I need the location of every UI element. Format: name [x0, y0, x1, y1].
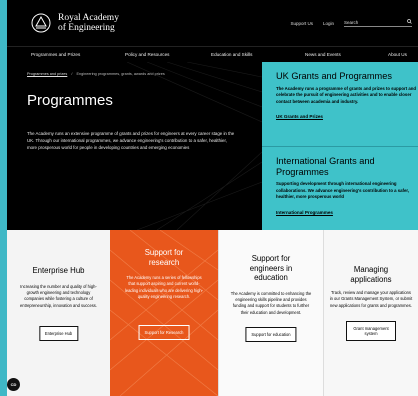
grant-management-system-button[interactable]: Grant management system: [346, 321, 396, 341]
search-input[interactable]: Search: [344, 19, 412, 27]
academy-crest-icon: [30, 12, 52, 34]
breadcrumb-current: Engineering programmes, grants, awards a…: [76, 72, 165, 76]
card-title: Support for engineers in education: [249, 254, 293, 282]
uk-grants-title: UK Grants and Programmes: [276, 71, 392, 81]
nav-item-policy[interactable]: Policy and Resources: [125, 52, 169, 57]
login-link[interactable]: Login: [323, 21, 334, 26]
international-grants-link[interactable]: International Programmes: [276, 210, 333, 215]
page: Royal Academy of Engineering Support Us …: [0, 0, 418, 396]
card-support-for-research: Support for research The Academy runs a …: [110, 230, 218, 396]
breadcrumb: Programmes and prizes / Engineering prog…: [27, 72, 165, 76]
utility-nav: Support Us Login Search: [290, 19, 412, 27]
search-icon[interactable]: [407, 19, 412, 25]
card-support-engineers-education: Support for engineers in education The A…: [218, 230, 324, 396]
breadcrumb-parent[interactable]: Programmes and prizes: [27, 72, 67, 76]
cookie-settings-button[interactable]: CD: [7, 378, 20, 391]
site-logo[interactable]: Royal Academy of Engineering: [30, 12, 119, 34]
international-grants-panel: International Grants and Programmes Supp…: [262, 146, 418, 230]
logo-line2: of Engineering: [58, 23, 115, 33]
page-title: Programmes: [27, 92, 113, 109]
hero-intro: The Academy runs an extensive programme …: [27, 131, 235, 151]
nav-item-programmes[interactable]: Programmes and Prizes: [31, 52, 80, 57]
site-header: Royal Academy of Engineering Support Us …: [7, 0, 418, 46]
uk-grants-panel: UK Grants and Programmes The Academy run…: [262, 62, 418, 146]
uk-grants-link[interactable]: UK Grants and Prizes: [276, 114, 323, 119]
nav-item-education[interactable]: Education and Skills: [211, 52, 252, 57]
breadcrumb-separator: /: [71, 72, 73, 76]
support-for-research-button[interactable]: Support for Research: [138, 325, 190, 340]
main-nav: Programmes and Prizes Policy and Resourc…: [7, 46, 418, 62]
international-grants-text: Supporting development through internati…: [276, 181, 409, 200]
support-us-link[interactable]: Support Us: [290, 21, 313, 26]
cards-row: Enterprise Hub Increasing the number and…: [7, 230, 418, 396]
international-grants-title: International Grants and Programmes: [276, 156, 375, 177]
card-text: Increasing the number and quality of hig…: [20, 283, 97, 308]
nav-item-news[interactable]: News and Events: [305, 52, 341, 57]
card-enterprise-hub: Enterprise Hub Increasing the number and…: [7, 230, 110, 396]
card-title: Enterprise Hub: [32, 266, 85, 275]
card-text: The Academy is committed to enhancing th…: [230, 290, 312, 315]
card-text: Track, review and manage your applicatio…: [329, 290, 413, 308]
logo-line1: Royal Academy: [58, 13, 119, 23]
card-title: Support for research: [144, 248, 184, 267]
enterprise-hub-button[interactable]: Enterprise Hub: [38, 326, 79, 341]
hero-section: Programmes and prizes / Engineering prog…: [7, 62, 262, 230]
uk-grants-text: The Academy runs a programme of grants a…: [276, 85, 416, 104]
card-text: The Academy runs a series of fellowships…: [124, 275, 204, 300]
support-for-education-button[interactable]: Support for education: [245, 327, 297, 342]
card-title: Managing applications: [350, 265, 392, 284]
left-accent-bar: [0, 0, 7, 396]
card-managing-applications: Managing applications Track, review and …: [324, 230, 418, 396]
nav-item-about[interactable]: About Us: [388, 52, 407, 57]
search-placeholder: Search: [344, 19, 359, 25]
